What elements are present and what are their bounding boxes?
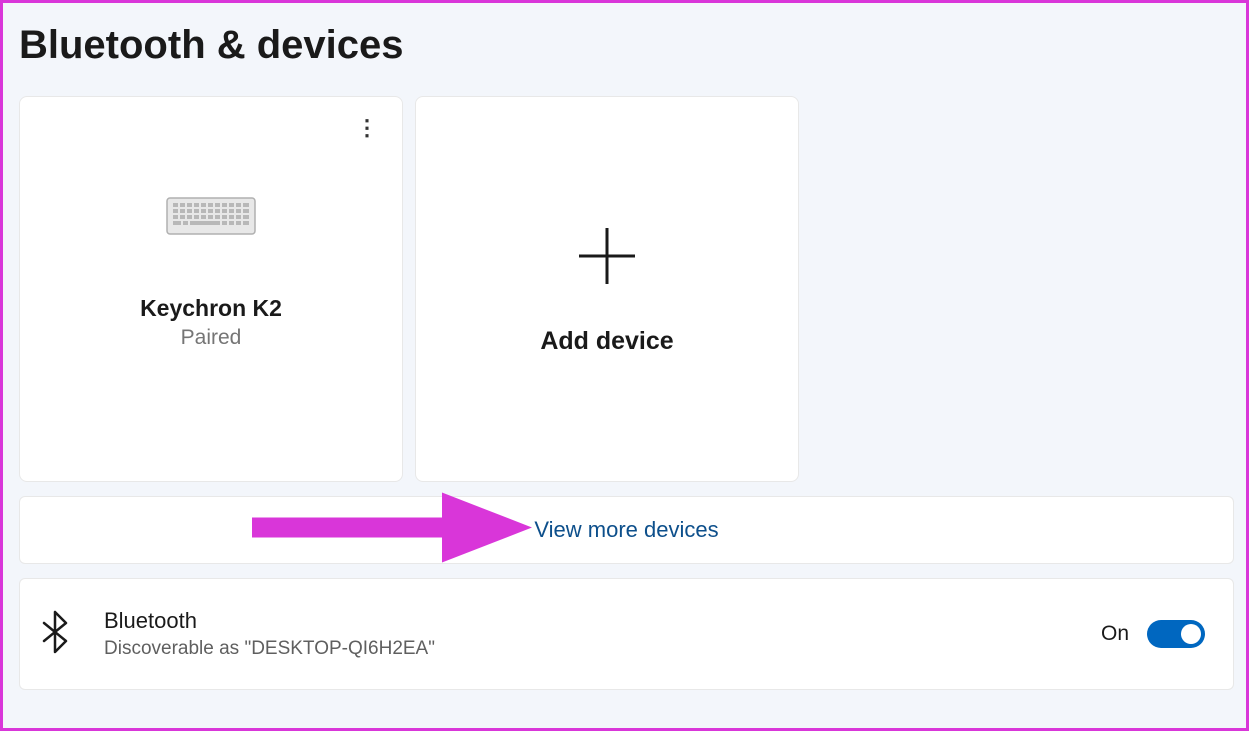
device-card-keychron[interactable]: ⋮ <box>19 96 403 482</box>
add-device-label: Add device <box>540 327 673 356</box>
bluetooth-toggle-section: On <box>1101 620 1205 648</box>
bluetooth-subtitle: Discoverable as "DESKTOP-QI6H2EA" <box>104 638 1101 660</box>
annotation-arrow <box>252 483 532 578</box>
bluetooth-text-group: Bluetooth Discoverable as "DESKTOP-QI6H2… <box>104 608 1101 660</box>
device-more-menu[interactable]: ⋮ <box>356 115 378 141</box>
view-more-devices-button[interactable]: View more devices <box>19 496 1234 564</box>
bluetooth-toggle-label: On <box>1101 622 1129 646</box>
plus-icon <box>573 222 641 295</box>
add-device-card[interactable]: Add device <box>415 96 799 482</box>
device-status: Paired <box>181 326 242 350</box>
bluetooth-icon <box>38 610 72 659</box>
view-more-link-text: View more devices <box>534 517 718 543</box>
bluetooth-toggle-row: Bluetooth Discoverable as "DESKTOP-QI6H2… <box>19 578 1234 690</box>
keyboard-icon <box>166 197 256 240</box>
devices-row: ⋮ <box>19 96 1234 482</box>
bluetooth-toggle[interactable] <box>1147 620 1205 648</box>
device-name: Keychron K2 <box>140 295 282 322</box>
page-title: Bluetooth & devices <box>19 23 1234 68</box>
bluetooth-title: Bluetooth <box>104 608 1101 634</box>
toggle-knob <box>1181 624 1201 644</box>
